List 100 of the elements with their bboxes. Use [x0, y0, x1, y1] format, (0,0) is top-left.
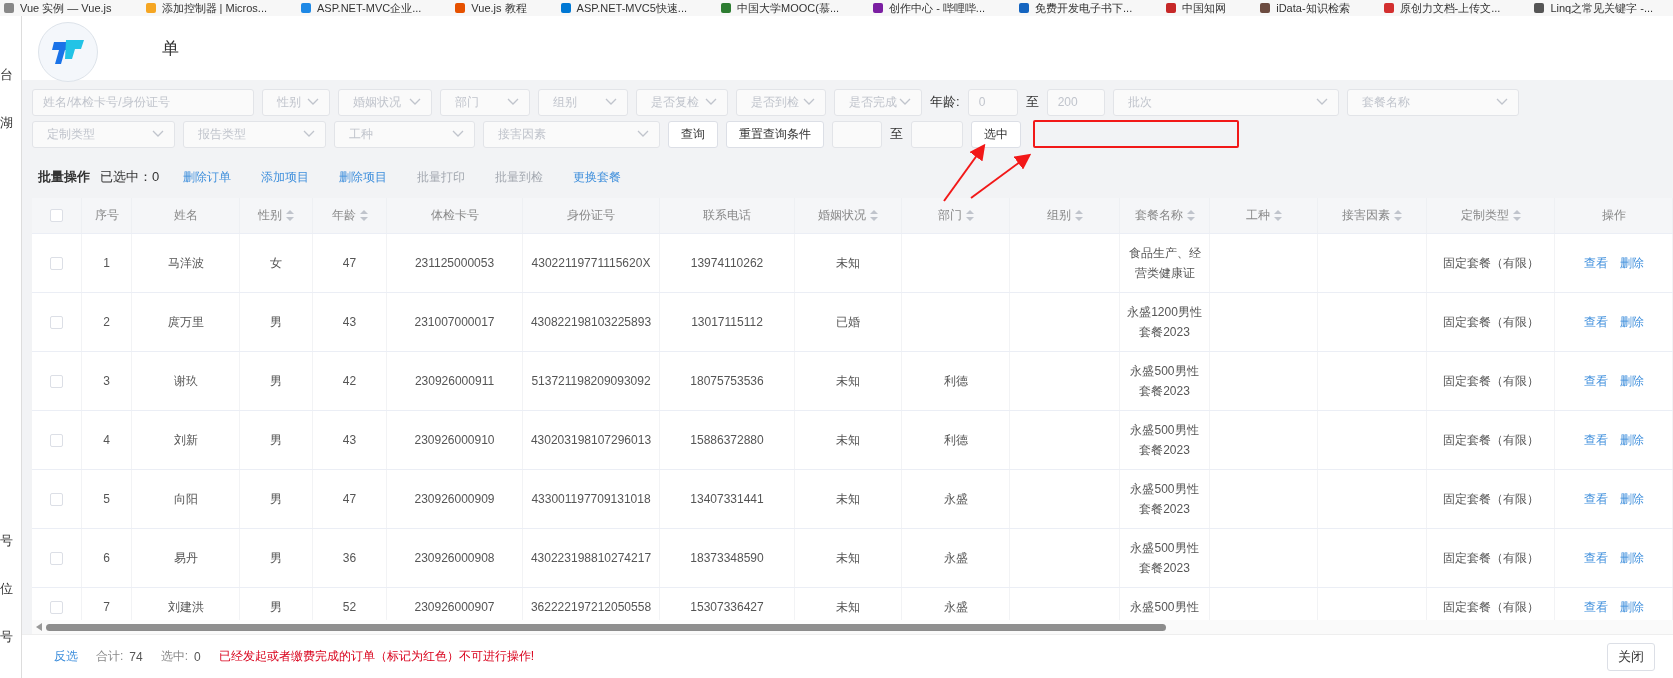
- bookmark-item[interactable]: 中国知网: [1166, 0, 1227, 16]
- table-cell-text: 刘新: [173, 432, 198, 449]
- background-text: 台: [0, 66, 14, 84]
- batch-action-link[interactable]: 添加项目: [261, 168, 340, 186]
- row-action-link[interactable]: 查看: [1583, 371, 1608, 391]
- table-cell-text: 永盛500男性套餐2023: [1129, 481, 1200, 518]
- row-checkbox[interactable]: [50, 492, 63, 506]
- table-cell-text: 利德: [943, 373, 968, 390]
- row-checkbox[interactable]: [50, 374, 63, 388]
- table-cell-text: 永盛500男性套餐2023: [1129, 363, 1200, 400]
- sort-icon[interactable]: [870, 210, 878, 221]
- table-cell-text: 马洋波: [167, 255, 204, 272]
- sort-icon[interactable]: [286, 210, 294, 221]
- column-header: 姓名: [173, 207, 198, 224]
- sort-icon[interactable]: [965, 210, 974, 221]
- table-cell-text: 1: [103, 255, 110, 272]
- table-cell-text: 永盛500男性: [1129, 599, 1200, 616]
- text-field[interactable]: [911, 120, 963, 148]
- chevron-down-icon: [507, 98, 519, 106]
- text-field[interactable]: [832, 120, 882, 148]
- bookmark-item[interactable]: 原创力文档-上传文...: [1383, 0, 1501, 16]
- chevron-down-icon: [409, 98, 421, 106]
- sort-icon[interactable]: [1512, 210, 1521, 221]
- bookmark-item[interactable]: 创作中心 - 哔哩哔...: [873, 0, 986, 16]
- column-header: 婚姻状况: [818, 207, 866, 224]
- sort-icon[interactable]: [1394, 210, 1402, 221]
- table-cell-text: 固定套餐（有限）: [1442, 373, 1539, 390]
- bookmark-item[interactable]: ASP.NET-MVC5快速...: [560, 0, 688, 16]
- column-header: 套餐名称: [1134, 207, 1183, 224]
- row-action-link[interactable]: 查看: [1583, 312, 1608, 332]
- table-cell-text: 4: [103, 432, 110, 449]
- batch-action-link[interactable]: 更换套餐: [573, 168, 652, 186]
- batch-action-link[interactable]: 删除订单: [183, 168, 262, 186]
- row-action-link[interactable]: 删除: [1619, 489, 1644, 509]
- query-button[interactable]: 查询: [668, 120, 718, 148]
- scroll-left-icon[interactable]: [36, 623, 42, 631]
- table-cell-text: 固定套餐（有限）: [1442, 255, 1539, 272]
- row-checkbox[interactable]: [50, 433, 63, 447]
- background-text: 号: [0, 532, 14, 550]
- scrollbar-thumb[interactable]: [46, 623, 1166, 631]
- text-field[interactable]: 200: [1046, 88, 1105, 116]
- table-cell-text: 男: [270, 599, 282, 616]
- row-checkbox[interactable]: [50, 256, 63, 270]
- selected-label: 选中:: [160, 648, 189, 665]
- selected-count: 0: [194, 649, 201, 664]
- table-cell-text: 18075753536: [690, 373, 764, 390]
- row-action-link[interactable]: 删除: [1619, 548, 1644, 568]
- column-header: 操作: [1601, 207, 1626, 224]
- table-cell-text: 430203198107296013: [530, 432, 652, 449]
- row-action-link[interactable]: 查看: [1583, 253, 1608, 273]
- invert-selection-link[interactable]: 反选: [54, 648, 78, 665]
- batch-title: 批量操作: [38, 168, 90, 186]
- batch-action-link[interactable]: 删除项目: [339, 168, 418, 186]
- column-header: 联系电话: [703, 207, 751, 224]
- bookmark-item[interactable]: ASP.NET-MVC企业...: [301, 0, 422, 16]
- select-all-checkbox[interactable]: [50, 209, 63, 222]
- row-checkbox[interactable]: [50, 315, 63, 329]
- table-cell-text: 6: [103, 550, 110, 567]
- column-header: 序号: [94, 207, 119, 224]
- table-cell-text: 永盛: [943, 550, 968, 567]
- table-cell-text: 未知: [836, 432, 860, 449]
- sort-icon[interactable]: [359, 210, 368, 221]
- row-action-link[interactable]: 查看: [1583, 597, 1608, 617]
- sort-icon[interactable]: [1074, 210, 1083, 221]
- row-action-link[interactable]: 删除: [1619, 371, 1644, 391]
- row-action-link[interactable]: 删除: [1619, 597, 1644, 617]
- row-checkbox[interactable]: [50, 600, 63, 614]
- query-button[interactable]: 选中: [971, 120, 1021, 148]
- row-action-link[interactable]: 查看: [1583, 430, 1608, 450]
- bookmark-item[interactable]: 中国大学MOOC(慕...: [721, 0, 840, 16]
- bookmark-item[interactable]: Vue 实例 — Vue.js: [4, 0, 112, 16]
- table-cell-text: 庹万里: [167, 314, 204, 331]
- table-cell-text: 47: [342, 491, 357, 508]
- query-button[interactable]: 重置查询条件: [726, 120, 824, 148]
- chevron-down-icon: [605, 98, 617, 106]
- sort-icon[interactable]: [1273, 210, 1282, 221]
- sort-icon[interactable]: [1186, 210, 1195, 221]
- table-cell-text: 15307336427: [690, 599, 764, 616]
- table-cell-text: 未知: [836, 255, 860, 272]
- chevron-down-icon: [637, 130, 649, 138]
- column-header: 接害因素: [1342, 207, 1390, 224]
- table-cell-text: 513721198209093092: [531, 373, 651, 390]
- bookmark-item[interactable]: Vue.js 教程: [455, 0, 527, 16]
- table-cell-text: 固定套餐（有限）: [1442, 599, 1539, 616]
- bookmark-item[interactable]: Linq之常见关键字 -...: [1534, 0, 1654, 16]
- chevron-down-icon: [452, 130, 464, 138]
- bookmark-item[interactable]: 免费开发电子书下...: [1019, 0, 1133, 16]
- row-checkbox[interactable]: [50, 551, 63, 565]
- bookmark-item[interactable]: 添加控制器 | Micros...: [145, 0, 268, 16]
- table-cell-text: 女: [270, 255, 282, 272]
- row-action-link[interactable]: 查看: [1583, 548, 1608, 568]
- bookmark-item[interactable]: iData-知识检索: [1260, 0, 1350, 16]
- column-header: 工种: [1245, 207, 1270, 224]
- chevron-down-icon: [803, 98, 815, 106]
- row-action-link[interactable]: 删除: [1619, 312, 1644, 332]
- total-count: 74: [129, 649, 143, 664]
- close-button[interactable]: 关闭: [1607, 642, 1655, 671]
- row-action-link[interactable]: 删除: [1619, 430, 1644, 450]
- row-action-link[interactable]: 查看: [1583, 489, 1608, 509]
- row-action-link[interactable]: 删除: [1619, 253, 1644, 273]
